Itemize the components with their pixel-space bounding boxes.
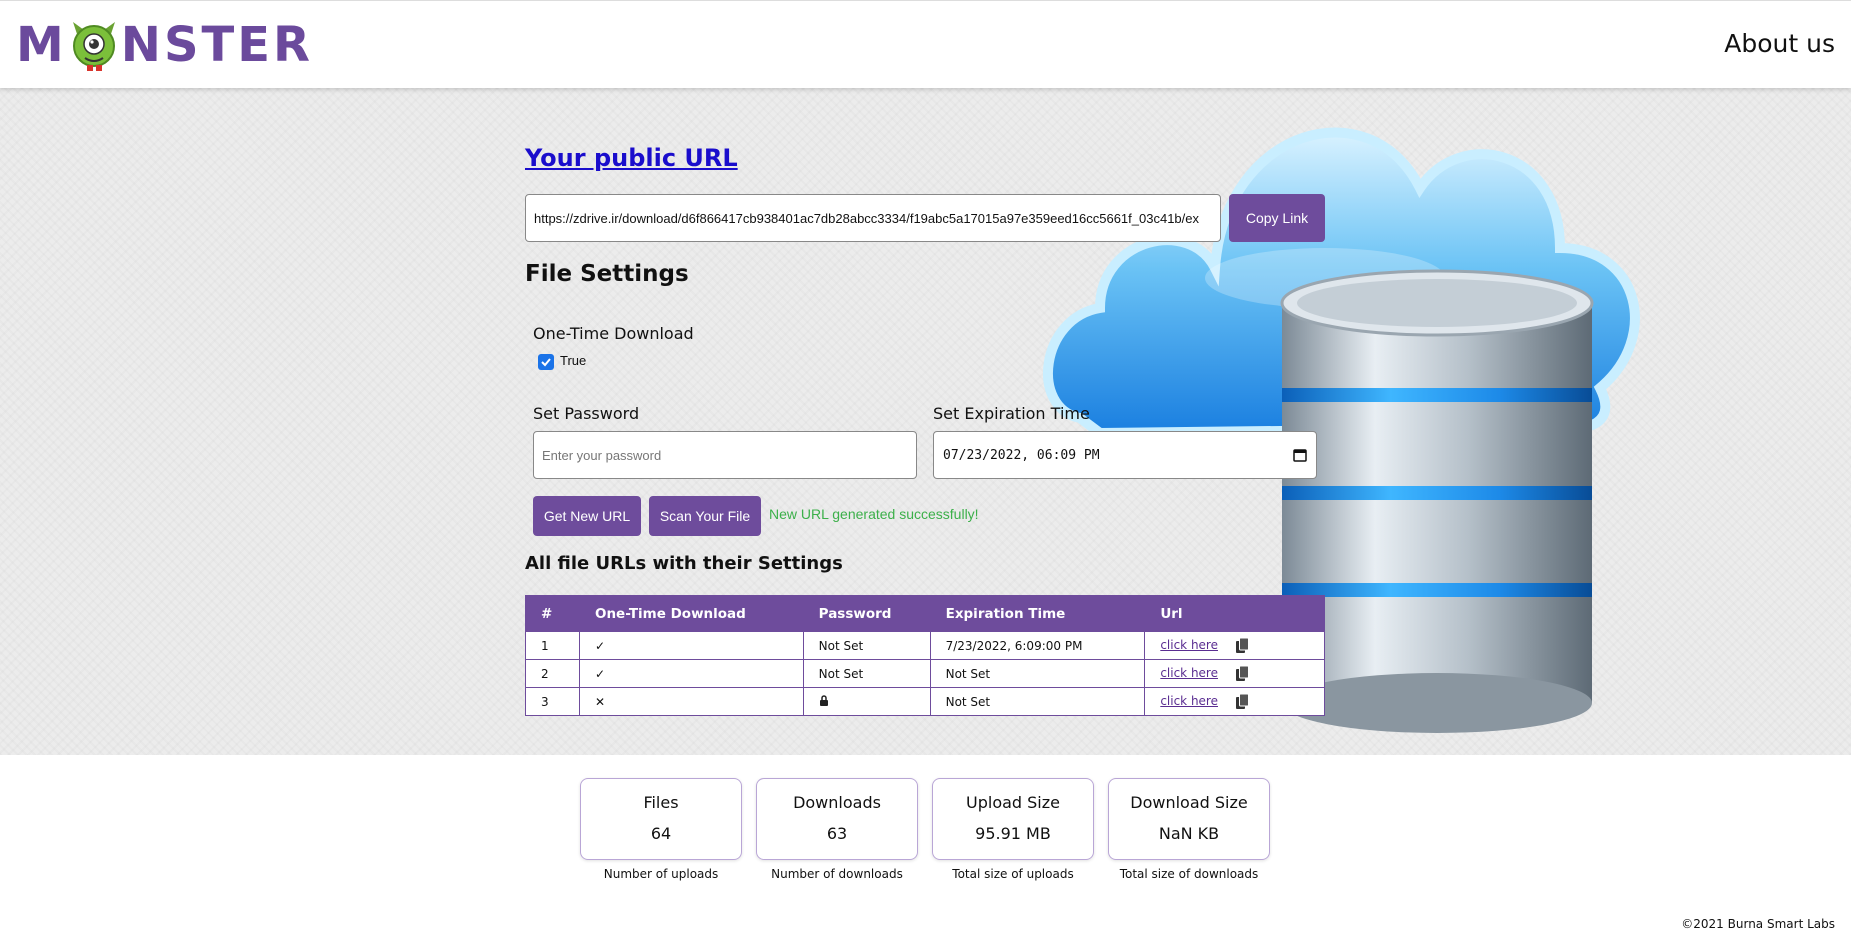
click-here-link[interactable]: click here [1160, 666, 1218, 680]
header: M NSTER About us [0, 0, 1851, 88]
scan-file-button[interactable]: Scan Your File [649, 496, 761, 536]
stat-card-downloads: Downloads 63 [756, 778, 918, 860]
one-time-check-icon: ✓ [578, 631, 804, 660]
footer-copyright: ©2021 Burna Smart Labs [1681, 917, 1835, 931]
expiration-datetime-input[interactable]: 07/23/2022, 06:09 PM [933, 431, 1317, 479]
logo-letters: NSTER [120, 17, 313, 73]
copy-link-button[interactable]: Copy Link [1229, 194, 1325, 242]
stat-value: 63 [826, 824, 848, 843]
one-time-cross-icon: ✕ [578, 687, 804, 716]
hero-section: Your public URL Copy Link File Settings … [0, 88, 1851, 755]
set-expiration-label: Set Expiration Time [933, 404, 1090, 423]
stat-card-upload-size: Upload Size 95.91 MB [932, 778, 1094, 860]
table-row: 3 ✕ Not Set click here [525, 687, 1325, 716]
expiration-value: 07/23/2022, 06:09 PM [943, 447, 1100, 463]
get-new-url-button[interactable]: Get New URL [533, 496, 641, 536]
stat-desc: Total size of downloads [1119, 867, 1259, 881]
copy-icon[interactable] [1235, 666, 1249, 681]
one-time-true-label: True [560, 353, 587, 368]
stat-card-download-size: Download Size NaN KB [1108, 778, 1270, 860]
row-num: 3 [525, 687, 580, 716]
col-header-url: Url [1144, 595, 1325, 632]
stat-value: NaN KB [1158, 824, 1220, 843]
row-url: click here [1144, 659, 1325, 688]
col-header-one-time: One-Time Download [578, 595, 804, 632]
row-password: Not Set [802, 631, 931, 660]
stat-title: Download Size [1130, 793, 1248, 812]
logo-letter: M [16, 17, 67, 73]
click-here-link[interactable]: click here [1160, 694, 1218, 708]
row-num: 2 [525, 659, 580, 688]
table-header-row: # One-Time Download Password Expiration … [525, 595, 1325, 632]
click-here-link[interactable]: click here [1160, 638, 1218, 652]
about-us-link[interactable]: About us [1724, 29, 1835, 58]
stat-desc: Number of uploads [603, 867, 719, 881]
lock-icon [819, 694, 828, 706]
file-urls-table: # One-Time Download Password Expiration … [525, 595, 1325, 716]
stat-title: Upload Size [966, 793, 1060, 812]
set-password-label: Set Password [533, 404, 640, 423]
public-url-heading[interactable]: Your public URL [525, 144, 738, 172]
stat-desc: Total size of uploads [952, 867, 1074, 881]
stats-section: Files 64 Number of uploads Downloads 63 … [0, 755, 1851, 949]
one-time-check-icon: ✓ [578, 659, 804, 688]
row-url: click here [1144, 631, 1325, 660]
row-password [802, 687, 931, 716]
stat-value: 64 [650, 824, 672, 843]
password-input[interactable] [533, 431, 917, 479]
col-header-password: Password [802, 595, 931, 632]
row-expiration: Not Set [929, 687, 1146, 716]
row-url: click here [1144, 687, 1325, 716]
stat-desc: Number of downloads [771, 867, 903, 881]
success-message: New URL generated successfully! [769, 506, 979, 522]
calendar-icon[interactable] [1293, 448, 1307, 462]
stat-card-files: Files 64 [580, 778, 742, 860]
public-url-field[interactable] [525, 194, 1221, 242]
row-password: Not Set [802, 659, 931, 688]
stat-title: Downloads [793, 793, 881, 812]
row-num: 1 [525, 631, 580, 660]
one-time-download-checkbox[interactable] [538, 354, 554, 370]
row-expiration: 7/23/2022, 6:09:00 PM [929, 631, 1146, 660]
col-header-expiration: Expiration Time [929, 595, 1146, 632]
monster-mascot-icon [69, 20, 119, 71]
one-time-download-label: One-Time Download [533, 324, 694, 343]
monster-logo[interactable]: M NSTER [16, 17, 313, 73]
col-header-num: # [525, 595, 580, 632]
all-urls-heading: All file URLs with their Settings [525, 553, 843, 574]
table-row: 1 ✓ Not Set 7/23/2022, 6:09:00 PM click … [525, 631, 1325, 660]
checkmark-icon [541, 358, 551, 367]
copy-icon[interactable] [1235, 638, 1249, 653]
stat-value: 95.91 MB [975, 824, 1051, 843]
row-expiration: Not Set [929, 659, 1146, 688]
copy-icon[interactable] [1235, 694, 1249, 709]
table-row: 2 ✓ Not Set Not Set click here [525, 659, 1325, 688]
stat-title: Files [643, 793, 679, 812]
file-settings-heading: File Settings [525, 261, 689, 287]
